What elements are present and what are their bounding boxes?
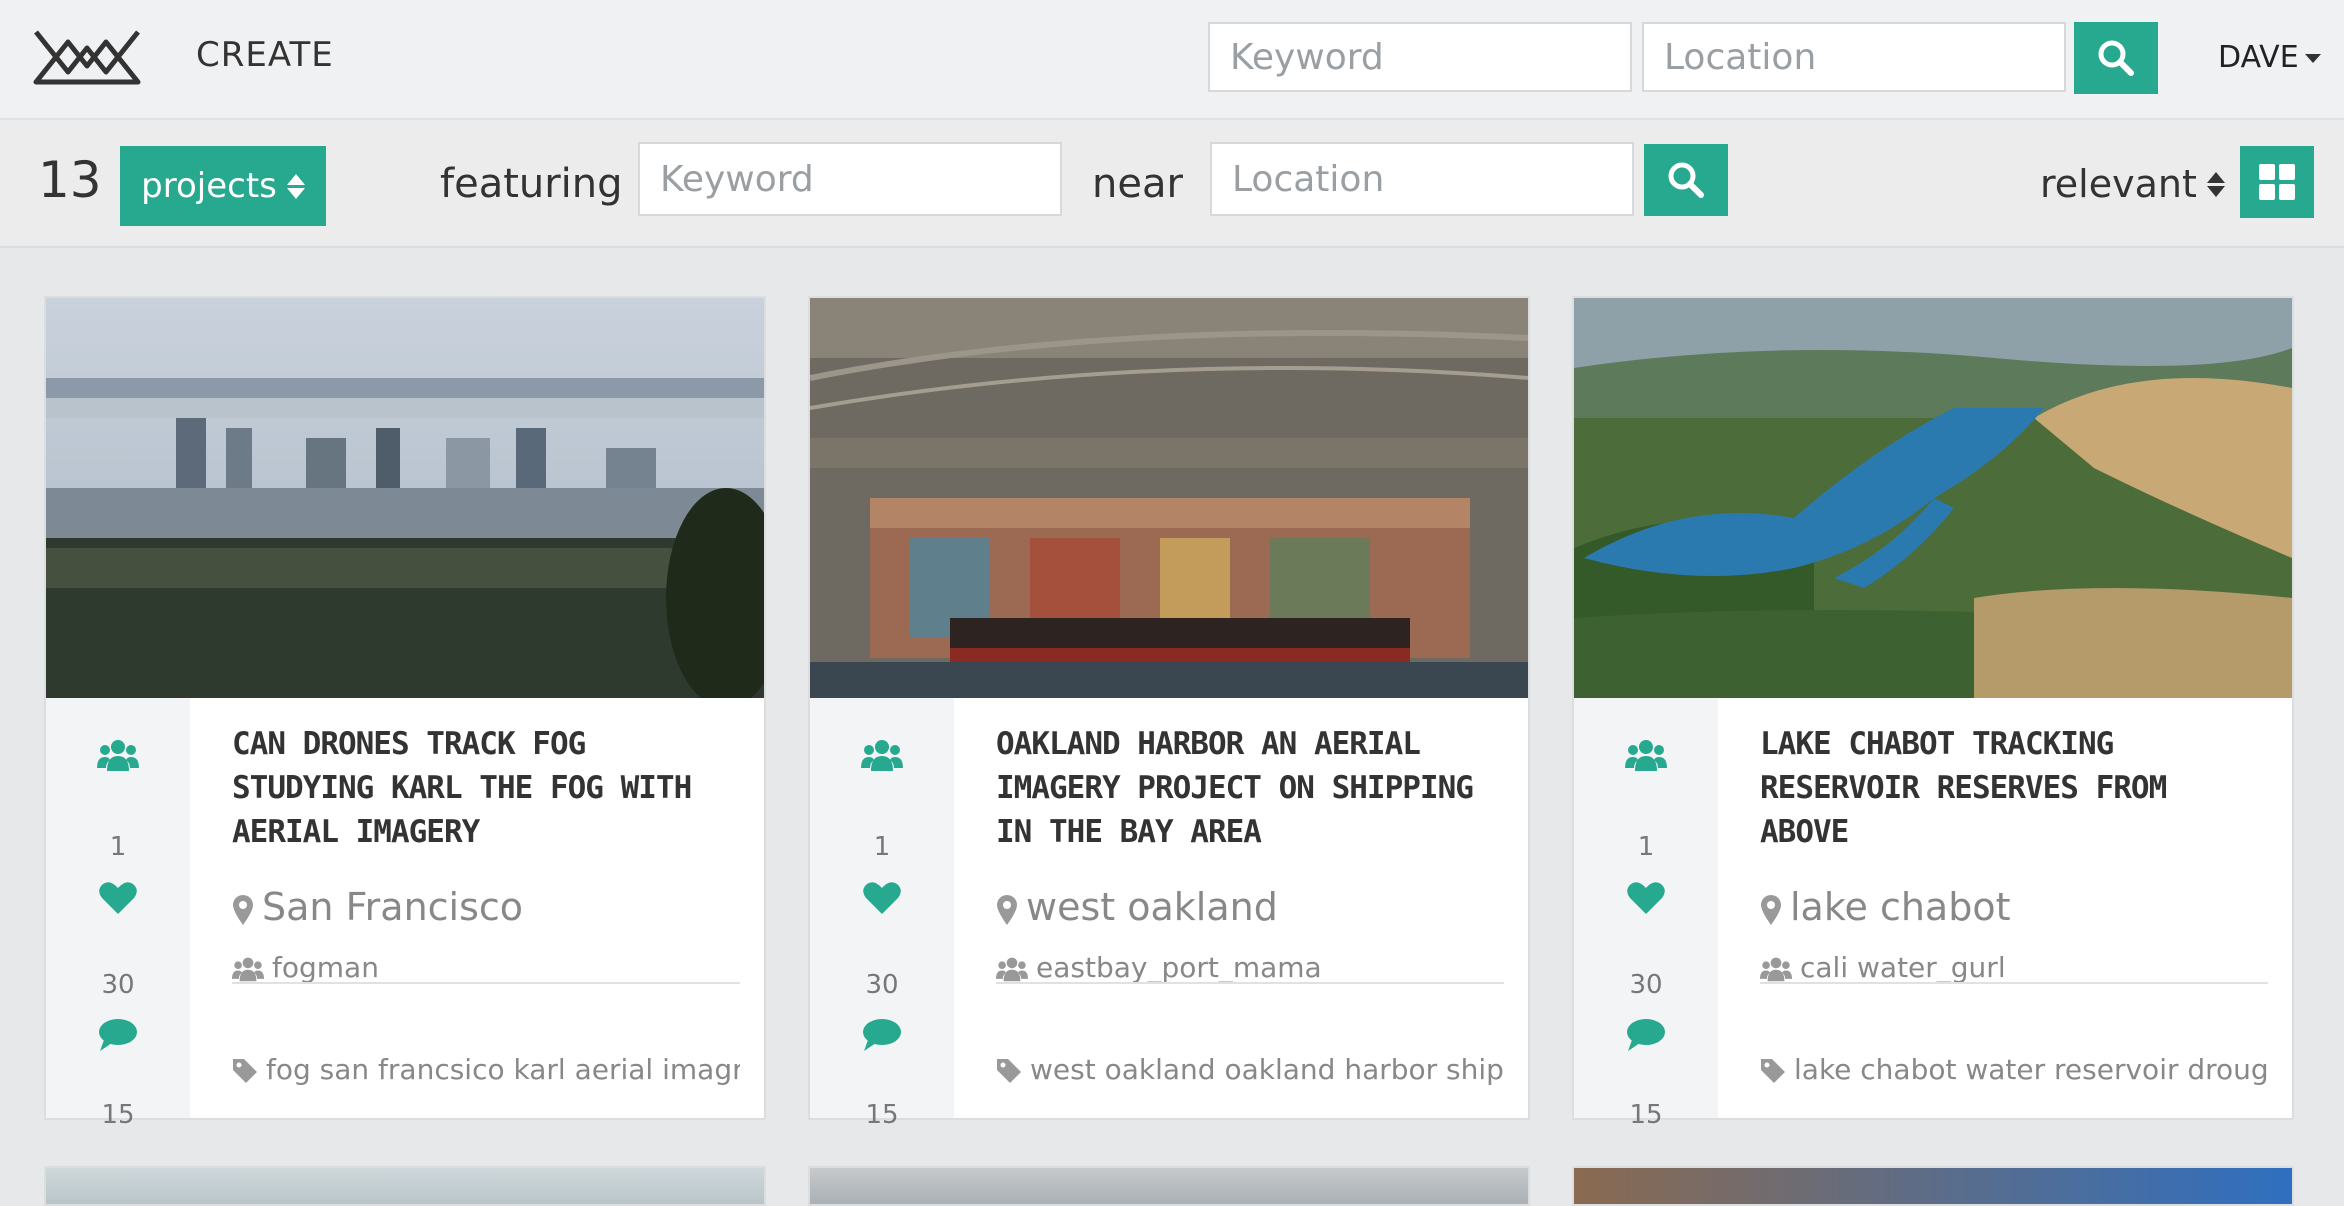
top-header: CREATE DAVE	[0, 0, 2344, 120]
card-user-text: fogman	[272, 951, 379, 984]
project-card-next[interactable]	[44, 1166, 766, 1206]
card-location-text: lake chabot	[1790, 885, 2011, 929]
type-select-button[interactable]: projects	[120, 146, 326, 226]
project-card-next[interactable]	[808, 1166, 1530, 1206]
search-icon	[1668, 162, 1704, 198]
card-title[interactable]: Can drones track fog studying karl the f…	[232, 722, 742, 854]
card-location-text: west oakland	[1026, 885, 1278, 929]
card-tags: fog san francsico karl aerial imagry	[232, 1050, 740, 1090]
likes-count: 30	[1629, 970, 1663, 1000]
users-icon	[46, 738, 190, 772]
map-marker-icon	[997, 894, 1017, 925]
heart-icon[interactable]	[46, 880, 190, 916]
card-location: lake chabot	[1760, 882, 2011, 932]
likes-count: 30	[101, 970, 135, 1000]
card-user-text: eastbay_port_mama	[1036, 951, 1322, 984]
tag-icon	[997, 1059, 1021, 1083]
comment-icon[interactable]	[810, 1018, 954, 1052]
project-card-next[interactable]	[1572, 1166, 2294, 1206]
card-location: San Francisco	[232, 882, 523, 932]
filter-bar: 13 projects featuring near relevant	[0, 120, 2344, 248]
filter-location-input[interactable]	[1210, 142, 1634, 216]
search-icon	[2098, 40, 2134, 76]
card-user-text: cali water_gurl	[1800, 951, 2006, 984]
sort-arrows-icon	[286, 173, 305, 199]
header-keyword-input[interactable]	[1208, 22, 1632, 92]
filter-keyword-input[interactable]	[638, 142, 1062, 216]
card-divider	[996, 982, 1504, 984]
comments-count: 15	[1629, 1100, 1663, 1130]
members-count: 1	[109, 832, 127, 862]
card-tags-text: fog san francsico karl aerial imagry	[266, 1053, 740, 1086]
card-stats: 1 30 15	[810, 698, 954, 1130]
card-location-text: San Francisco	[262, 885, 524, 929]
grid-view-button[interactable]	[2240, 146, 2314, 218]
card-divider	[1760, 982, 2268, 984]
card-tags-text: lake chabot water reservoir drought cali…	[1794, 1053, 2268, 1086]
comments-count: 15	[101, 1100, 135, 1130]
card-stats: 1 30 15	[1574, 698, 1718, 1130]
users-icon	[996, 957, 1028, 982]
near-label: near	[1092, 161, 1183, 207]
members-count: 1	[1637, 832, 1655, 862]
project-image[interactable]	[46, 298, 764, 698]
card-divider	[232, 982, 740, 984]
create-link[interactable]: CREATE	[196, 30, 334, 80]
card-tags-text: west oakland oakland harbor shipping	[1030, 1053, 1504, 1086]
card-stats: 1 30 15	[46, 698, 190, 1130]
header-location-input[interactable]	[1642, 22, 2066, 92]
project-card[interactable]: 1 30 15 Oakland harbor an aerial imagery…	[808, 296, 1530, 1130]
users-icon	[1760, 957, 1792, 982]
sort-label: relevant	[2040, 162, 2197, 206]
user-menu[interactable]: DAVE	[2218, 36, 2321, 80]
project-image[interactable]	[810, 298, 1528, 698]
tag-icon	[233, 1059, 257, 1083]
map-marker-icon	[1761, 894, 1781, 925]
project-card[interactable]: 1 30 15 Lake chabot tracking reservoir r…	[1572, 296, 2294, 1130]
chevron-down-icon	[2304, 54, 2321, 63]
comment-icon[interactable]	[46, 1018, 190, 1052]
filter-search-button[interactable]	[1644, 144, 1728, 216]
map-marker-icon	[233, 894, 253, 925]
sort-arrows-icon	[2206, 171, 2225, 197]
header-search-button[interactable]	[2074, 22, 2158, 94]
sort-select[interactable]: relevant	[2040, 154, 2225, 214]
users-icon	[810, 738, 954, 772]
card-title[interactable]: Lake chabot tracking reservoir reserves …	[1760, 722, 2270, 854]
comments-count: 15	[865, 1100, 899, 1130]
result-count: 13	[38, 151, 102, 209]
card-tags: lake chabot water reservoir drought cali…	[1760, 1050, 2268, 1090]
comment-icon[interactable]	[1574, 1018, 1718, 1052]
likes-count: 30	[865, 970, 899, 1000]
tag-icon	[1761, 1059, 1785, 1083]
grid-view-icon	[2259, 164, 2295, 200]
featuring-label: featuring	[440, 161, 623, 207]
project-image[interactable]	[1574, 298, 2292, 698]
users-icon	[232, 957, 264, 982]
type-select-label: projects	[141, 166, 277, 206]
card-location: west oakland	[996, 882, 1278, 932]
heart-icon[interactable]	[1574, 880, 1718, 916]
card-title[interactable]: Oakland harbor an aerial imagery project…	[996, 722, 1506, 854]
members-count: 1	[873, 832, 891, 862]
mountain-logo-icon[interactable]	[32, 28, 142, 86]
user-name: DAVE	[2218, 40, 2299, 75]
card-tags: west oakland oakland harbor shipping	[996, 1050, 1504, 1090]
users-icon	[1574, 738, 1718, 772]
project-card[interactable]: 1 30 15 Can drones track fog studying ka…	[44, 296, 766, 1130]
heart-icon[interactable]	[810, 880, 954, 916]
